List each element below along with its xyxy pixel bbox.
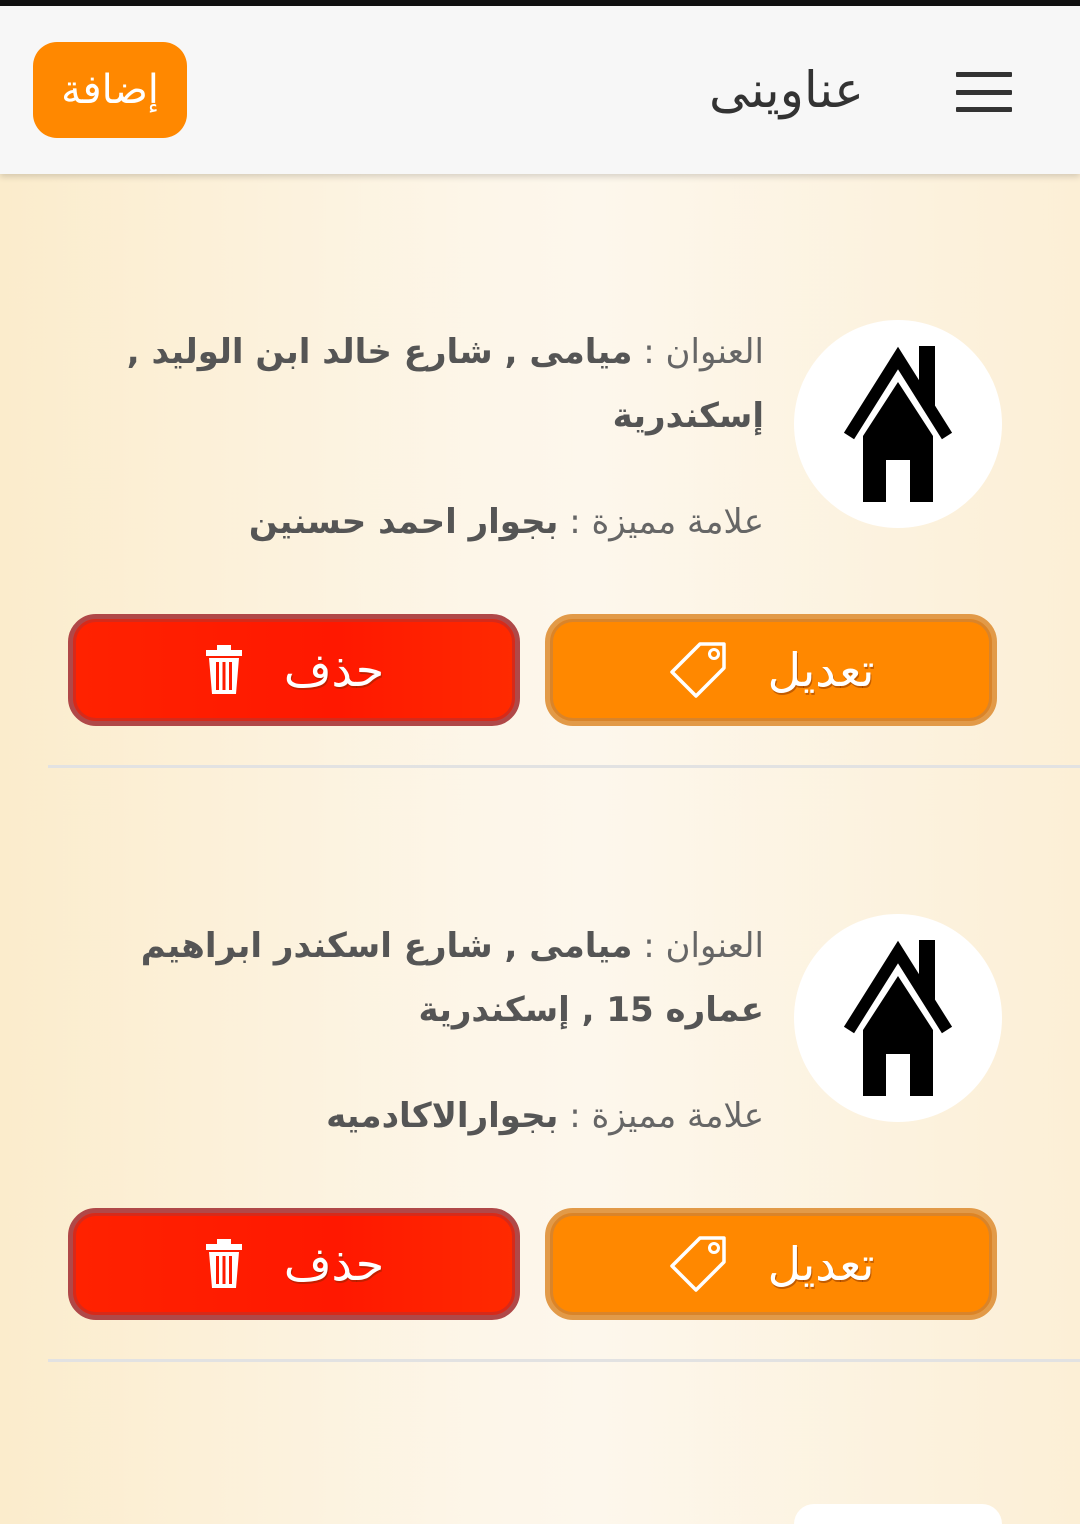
address-line-2: عماره 15 , إسكندرية — [124, 978, 764, 1042]
landmark-line: علامة مميزة : بجوار احمد حسنين — [124, 490, 764, 554]
trash-icon — [204, 644, 244, 696]
tag-icon — [668, 1234, 728, 1294]
landmark-label: علامة مميزة : — [569, 1096, 764, 1136]
house-icon — [794, 320, 1002, 528]
tag-icon — [668, 640, 728, 700]
trash-icon — [204, 1238, 244, 1290]
delete-button-label: حذف — [283, 1237, 385, 1291]
landmark-line: علامة مميزة : بجوارالاكادميه — [124, 1084, 764, 1148]
landmark-value: بجوار احمد حسنين — [248, 502, 559, 542]
app-header: عناوينى إضافة — [0, 6, 1080, 174]
address-value-line1: ميامى , شارع خالد ابن الوليد , — [126, 332, 633, 372]
address-line: العنوان : ميامى , شارع اسكندر ابراهيم — [124, 914, 764, 978]
address-label: العنوان : — [643, 926, 764, 966]
address-card: العنوان : ميامى , شارع خالد ابن الوليد ,… — [48, 174, 1080, 768]
delete-button-label: حذف — [283, 643, 385, 697]
edit-button[interactable]: تعديل — [545, 1208, 997, 1320]
house-icon — [794, 914, 1002, 1122]
address-label: العنوان : — [643, 332, 764, 372]
address-value-line2: عماره 15 , إسكندرية — [418, 990, 764, 1030]
address-value-line2: إسكندرية — [612, 396, 764, 436]
address-value-line1: ميامى , شارع اسكندر ابراهيم — [140, 926, 633, 966]
menu-icon[interactable] — [956, 72, 1012, 112]
card-divider — [48, 1359, 1080, 1362]
page-title: عناوينى — [709, 61, 864, 119]
address-card: العنوان : ميامى , شارع اسكندر ابراهيم عم… — [48, 768, 1080, 1362]
delete-button[interactable]: حذف — [68, 1208, 520, 1320]
address-info: العنوان : ميامى , شارع اسكندر ابراهيم عم… — [124, 914, 764, 1148]
edit-button[interactable]: تعديل — [545, 614, 997, 726]
add-address-button[interactable]: إضافة — [33, 42, 187, 138]
address-line-2: إسكندرية — [124, 384, 764, 448]
landmark-label: علامة مميزة : — [569, 502, 764, 542]
address-info: العنوان : ميامى , شارع خالد ابن الوليد ,… — [124, 320, 764, 554]
landmark-value: بجوارالاكادميه — [326, 1096, 559, 1136]
next-card-avatar — [794, 1504, 1002, 1524]
edit-button-label: تعديل — [767, 643, 875, 697]
address-line: العنوان : ميامى , شارع خالد ابن الوليد , — [124, 320, 764, 384]
delete-button[interactable]: حذف — [68, 614, 520, 726]
edit-button-label: تعديل — [767, 1237, 875, 1291]
